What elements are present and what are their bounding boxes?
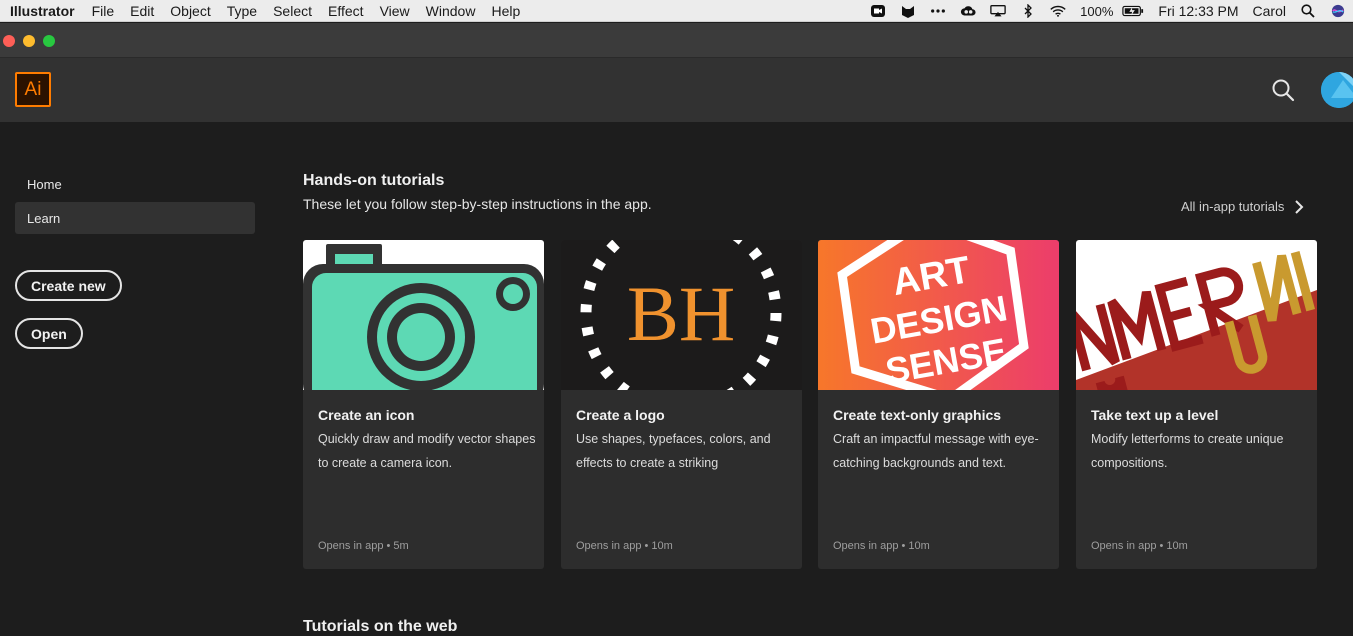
tutorial-card-text-level[interactable]: Take text up a level Modify letterforms … xyxy=(1076,240,1317,569)
card-description: Craft an impactful message with eye-catc… xyxy=(833,432,1039,470)
letterform-illustration xyxy=(1076,240,1317,390)
creative-cloud-icon[interactable] xyxy=(953,4,983,18)
menu-help[interactable]: Help xyxy=(483,3,528,19)
tutorial-card-text-graphics[interactable]: ART DESIGN SENSE Create text-only graphi… xyxy=(818,240,1059,569)
all-tutorials-label: All in-app tutorials xyxy=(1181,199,1285,214)
chevron-right-icon xyxy=(1295,199,1304,214)
airplay-icon[interactable] xyxy=(983,4,1013,18)
menu-edit[interactable]: Edit xyxy=(122,3,162,19)
card-title: Create an icon xyxy=(318,407,415,423)
user-avatar[interactable] xyxy=(1321,72,1353,108)
siri-icon[interactable] xyxy=(1323,4,1353,18)
menu-app-name[interactable]: Illustrator xyxy=(10,3,84,19)
close-window-button[interactable] xyxy=(3,35,15,47)
section-title-web: Tutorials on the web xyxy=(303,618,458,635)
bh-logo-text: BH xyxy=(627,270,735,357)
menu-type[interactable]: Type xyxy=(219,3,265,19)
tutorial-card-create-logo[interactable]: BH Create a logo Use shapes, typefaces, … xyxy=(561,240,802,569)
all-in-app-tutorials-link[interactable]: All in-app tutorials xyxy=(1181,199,1304,214)
card-meta: Opens in app • 5m xyxy=(318,540,409,552)
card-description: Use shapes, typefaces, colors, and effec… xyxy=(576,432,771,470)
battery-charging-icon[interactable] xyxy=(1115,4,1151,18)
card-description: Modify letterforms to create unique comp… xyxy=(1091,432,1284,470)
card-title: Create text-only graphics xyxy=(833,407,1002,423)
card-meta: Opens in app • 10m xyxy=(1091,540,1188,552)
card-title: Create a logo xyxy=(576,407,665,423)
card-title: Take text up a level xyxy=(1091,407,1219,423)
minimize-window-button[interactable] xyxy=(23,35,35,47)
card-description: Quickly draw and modify vector shapes to… xyxy=(318,432,536,470)
wifi-icon[interactable] xyxy=(1043,4,1073,18)
app-header: Ai xyxy=(0,58,1353,122)
spotlight-search-icon[interactable] xyxy=(1293,4,1323,18)
video-camera-icon[interactable] xyxy=(863,4,893,18)
zoom-window-button[interactable] xyxy=(43,35,55,47)
section-subtitle: These let you follow step-by-step instru… xyxy=(303,196,652,212)
search-icon[interactable] xyxy=(1270,77,1296,103)
bluetooth-icon[interactable] xyxy=(1013,4,1043,18)
sidebar: Home Learn Create new Open xyxy=(0,122,270,633)
menu-clock[interactable]: Fri 12:33 PM xyxy=(1151,3,1245,19)
cat-extension-icon[interactable] xyxy=(893,4,923,18)
card-meta: Opens in app • 10m xyxy=(576,540,673,552)
menu-window[interactable]: Window xyxy=(418,3,484,19)
art-design-sense-illustration: ART DESIGN SENSE xyxy=(818,240,1059,390)
menu-effect[interactable]: Effect xyxy=(320,3,372,19)
card-meta: Opens in app • 10m xyxy=(833,540,930,552)
menu-select[interactable]: Select xyxy=(265,3,320,19)
sidebar-item-learn[interactable]: Learn xyxy=(15,202,255,234)
menu-file[interactable]: File xyxy=(84,3,123,19)
tutorial-card-create-icon[interactable]: Create an icon Quickly draw and modify v… xyxy=(303,240,544,569)
system-menu-bar: Illustrator File Edit Object Type Select… xyxy=(0,0,1353,22)
create-new-button[interactable]: Create new xyxy=(15,270,122,301)
illustrator-logo: Ai xyxy=(15,72,51,107)
more-dots-icon[interactable] xyxy=(923,4,953,18)
menu-object[interactable]: Object xyxy=(162,3,218,19)
camera-illustration xyxy=(303,240,544,390)
menu-view[interactable]: View xyxy=(372,3,418,19)
open-button[interactable]: Open xyxy=(15,318,83,349)
sidebar-item-home[interactable]: Home xyxy=(15,168,255,200)
menu-user-name[interactable]: Carol xyxy=(1246,3,1293,19)
section-title: Hands-on tutorials xyxy=(303,172,445,189)
bh-logo-illustration: BH xyxy=(561,240,802,390)
battery-percent: 100% xyxy=(1080,3,1114,19)
window-title-bar xyxy=(0,23,1353,58)
